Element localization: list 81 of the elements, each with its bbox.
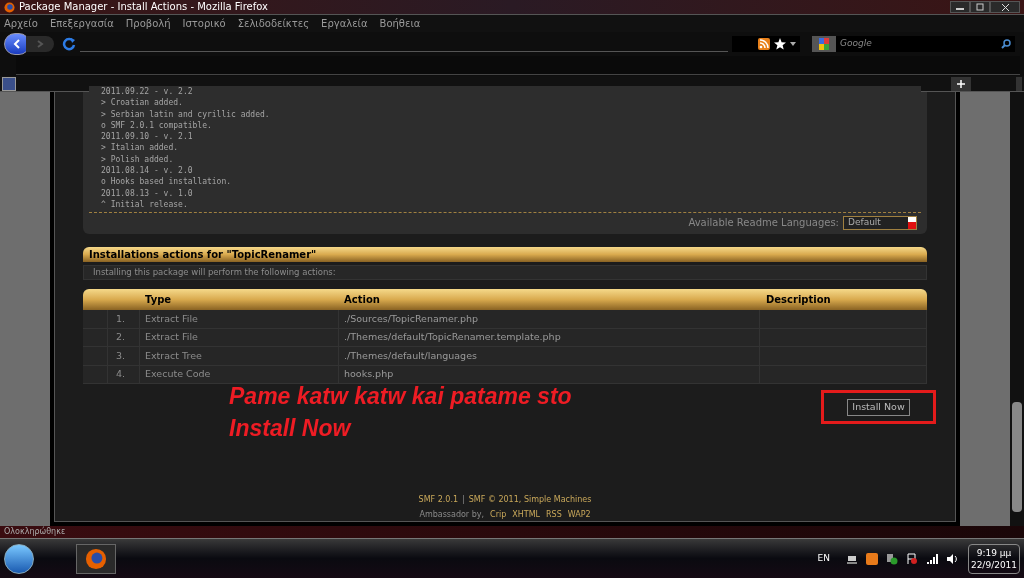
readme-languages-label: Available Readme Languages: <box>688 216 839 231</box>
footer-text: Ambassador by, <box>419 509 485 521</box>
menu-item[interactable]: Σελιδοδείκτες <box>237 16 310 31</box>
annotation-text: Pame katw katw kai patame sto <box>229 382 572 411</box>
close-button[interactable] <box>990 1 1020 13</box>
footer-link[interactable]: XHTML <box>512 509 540 521</box>
table-cell: ./Themes/default/TopicRenamer.template.php <box>339 328 760 346</box>
footer-link[interactable]: SMF 2.0.1 <box>418 494 459 506</box>
rss-icon <box>758 38 770 50</box>
close-icon <box>1001 3 1009 11</box>
readme-line: 2011.08.13 - v. 1.0 <box>100 187 194 199</box>
install-now-button[interactable]: Install Now <box>847 398 910 416</box>
language-select[interactable]: Default <box>843 215 917 230</box>
table-cell: Extract File <box>140 310 339 328</box>
footer-link[interactable]: WAP2 <box>567 509 591 521</box>
speaker-icon <box>946 552 958 565</box>
table-cell: 3. <box>108 347 140 365</box>
minimize-button[interactable] <box>950 1 970 13</box>
scrollbar-thumb[interactable] <box>1012 402 1022 512</box>
readme-line: 2011.08.14 - v. 2.0 <box>100 165 194 177</box>
readme-line: > Italian added. <box>100 142 180 154</box>
menu-item[interactable]: Επεξεργασία <box>49 16 114 31</box>
restore-button[interactable] <box>970 1 990 13</box>
annotation-text: Install Now <box>229 414 353 443</box>
new-tab-button[interactable] <box>951 77 971 91</box>
flag-error-icon <box>906 552 918 565</box>
menu-item[interactable]: Βοήθεια <box>379 16 421 31</box>
search-icon <box>1001 39 1011 49</box>
footer-link[interactable]: SMF © 2011, Simple Machines <box>468 494 592 506</box>
star-icon <box>774 38 786 50</box>
menu-item[interactable]: Εργαλεία <box>321 16 368 31</box>
table-cell: ./Sources/TopicRenamer.php <box>339 310 760 328</box>
section-title: Installations actions for "TopicRenamer" <box>89 248 317 263</box>
readme-line: o Hooks based installation. <box>100 176 233 188</box>
scrollbar[interactable] <box>1010 92 1024 526</box>
clock-date: 22/9/2011 <box>970 558 1018 571</box>
search-engine-button[interactable] <box>812 36 836 52</box>
column-header: Description <box>765 293 832 307</box>
menu-item[interactable]: Αρχείο <box>4 16 38 31</box>
readme-line: ^ Initial release. <box>100 198 189 211</box>
status-text: Ολοκληρώθηκε <box>4 528 66 536</box>
tray-app-icon <box>866 552 878 565</box>
table-cell: Execute Code <box>140 365 339 383</box>
readme-line: 2011.09.22 - v. 2.2 <box>100 86 194 98</box>
reload-icon <box>62 37 76 51</box>
restore-icon <box>976 3 984 11</box>
browser-logo-icon <box>85 547 107 570</box>
plus-icon <box>957 80 965 88</box>
browser-logo-icon <box>4 1 15 13</box>
search-placeholder: Google <box>840 37 872 51</box>
readme-line: > Croatian added. <box>100 97 184 109</box>
column-header: Type <box>144 293 173 307</box>
readme-line: 2011.09.10 - v. 2.1 <box>100 131 194 143</box>
search-field[interactable]: Google <box>812 36 1015 52</box>
window-title: Package Manager - Install Actions - Mozilla Firefox <box>19 2 268 12</box>
taskbar-button[interactable] <box>76 543 116 574</box>
column-header: Action <box>343 293 381 307</box>
clock-time: 9:19 μμ <box>976 546 1012 559</box>
readme-line: > Serbian latin and cyrillic added. <box>100 108 271 120</box>
section-description: Installing this package will perform the following actions: <box>83 265 927 280</box>
table-cell: Extract File <box>140 328 339 346</box>
footer-link[interactable]: Crip <box>490 509 507 521</box>
table-cell: ./Themes/default/languages <box>339 347 760 365</box>
dropdown-caret-icon <box>790 42 796 46</box>
browser-tab[interactable] <box>2 77 16 91</box>
google-logo-icon <box>819 38 829 50</box>
table-cell: hooks.php <box>339 365 760 383</box>
menu-item[interactable]: Ιστορικό <box>182 16 226 31</box>
footer-text: | <box>462 494 465 506</box>
table-cell: 4. <box>108 365 140 383</box>
clock[interactable]: 9:19 μμ 22/9/2011 <box>968 543 1020 574</box>
readme-line: > Polish added. <box>100 153 175 166</box>
menu-item[interactable]: Προβολή <box>125 16 171 31</box>
start-button[interactable] <box>4 543 34 574</box>
table-cell: 1. <box>108 310 140 328</box>
table-cell: Extract Tree <box>140 347 339 365</box>
table-cell: 2. <box>108 328 140 346</box>
footer-link[interactable]: RSS <box>546 509 562 521</box>
language-indicator[interactable]: EN <box>817 551 830 566</box>
readme-line: o SMF 2.0.1 compatible. <box>100 119 213 132</box>
signal-bars-icon <box>926 552 938 565</box>
